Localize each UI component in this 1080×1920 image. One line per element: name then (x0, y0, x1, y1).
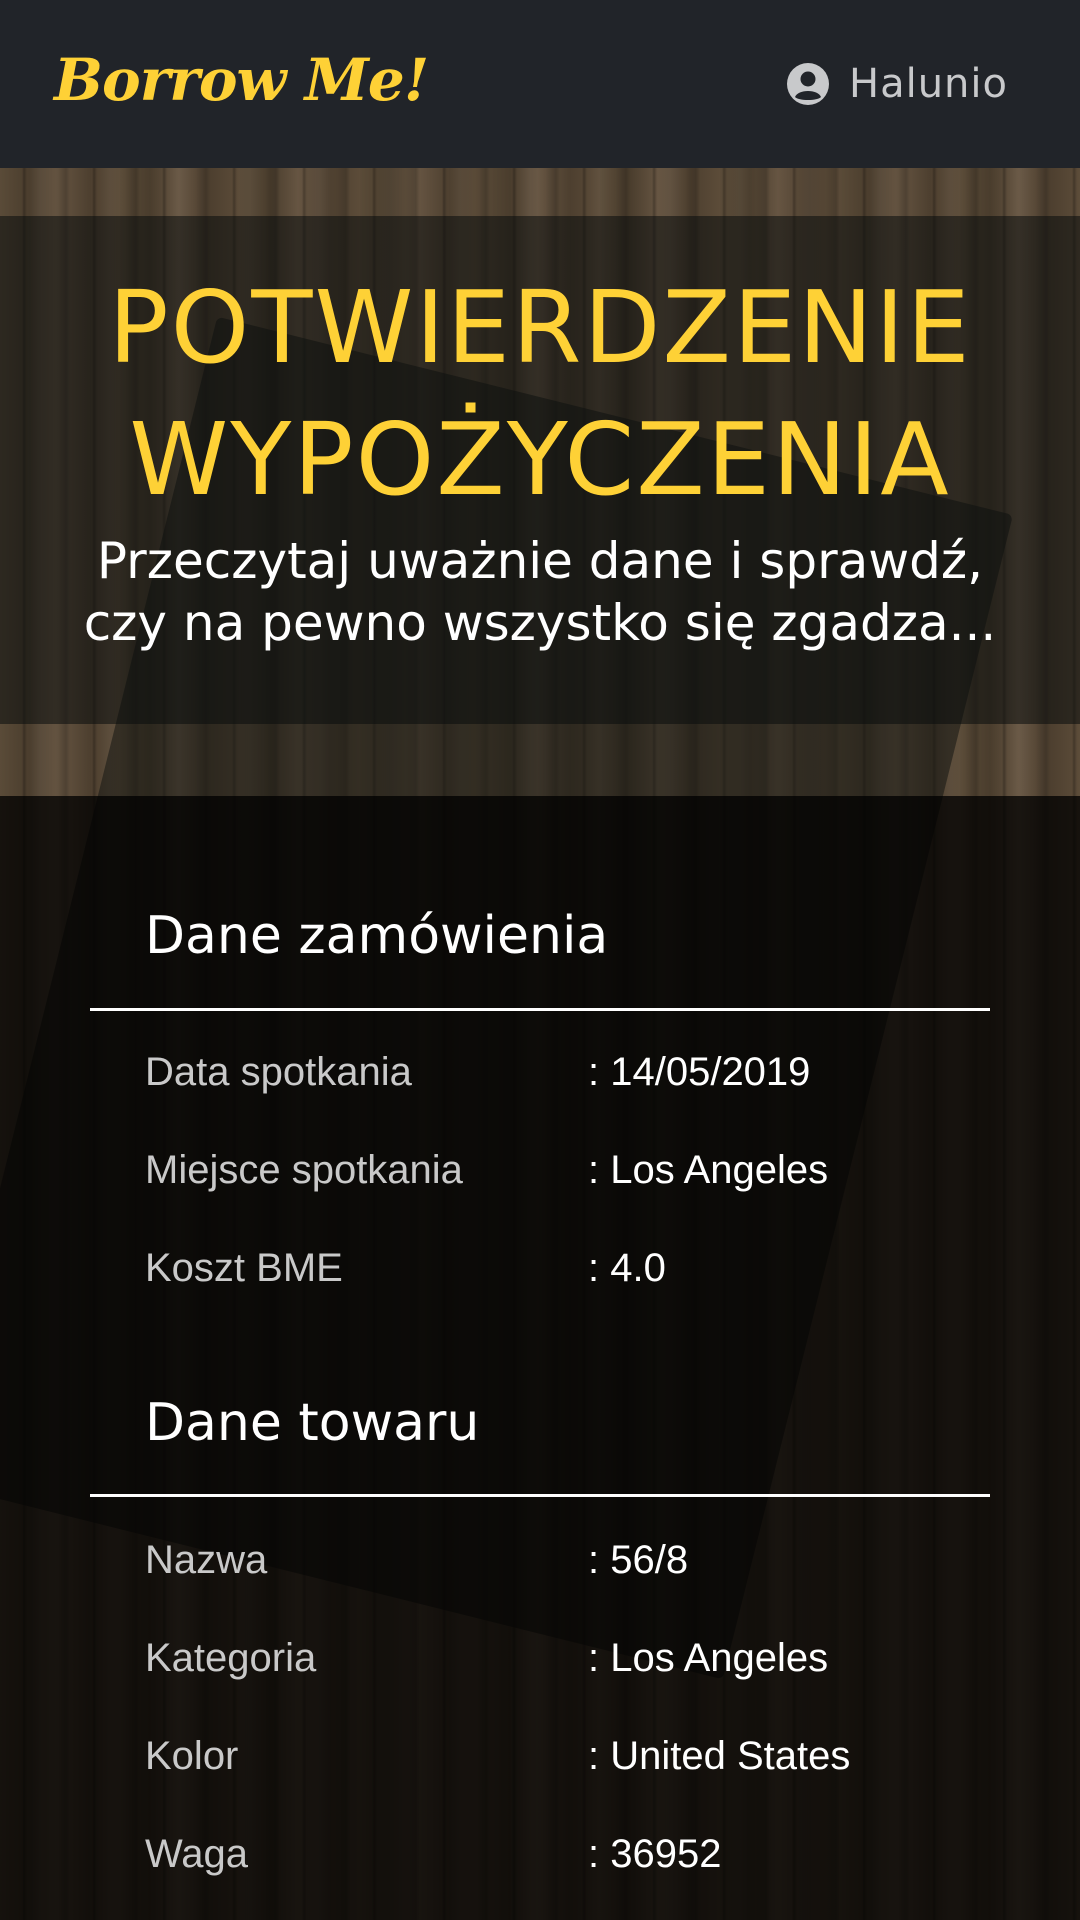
order-section-divider (90, 1008, 990, 1011)
details-panel: Dane zamówienia Data spotkania : 14/05/2… (0, 796, 1080, 1920)
page-subtitle-line-2: czy na pewno wszystko się zgadza... (83, 594, 997, 652)
item-row-label: Kategoria (145, 1636, 317, 1680)
order-row-label: Miejsce spotkania (145, 1148, 463, 1192)
item-row-value: : 36952 (588, 1832, 722, 1876)
user-circle-icon (787, 63, 829, 105)
order-row-value: : 4.0 (588, 1246, 666, 1290)
item-row-label: Waga (145, 1832, 249, 1876)
item-row-value: : United States (588, 1734, 851, 1778)
item-section-title: Dane towaru (145, 1393, 480, 1453)
item-section-divider (90, 1494, 990, 1497)
brand-logo[interactable]: Borrow Me! (54, 46, 429, 114)
page-subtitle-line-1: Przeczytaj uważnie dane i sprawdź, (96, 532, 984, 590)
user-menu[interactable]: Halunio (787, 58, 1008, 110)
order-row-value: : Los Angeles (588, 1148, 829, 1192)
order-row-value: : 14/05/2019 (588, 1050, 811, 1094)
item-row-label: Kolor (145, 1734, 239, 1778)
order-row-label: Koszt BME (145, 1246, 343, 1290)
page-subtitle: Przeczytaj uważnie dane i sprawdź, czy n… (0, 530, 1080, 654)
page-title: POTWIERDZENIE WYPOŻYCZENIA (0, 262, 1080, 526)
order-row-label: Data spotkania (145, 1050, 412, 1094)
navbar: Borrow Me! Halunio (0, 0, 1080, 168)
page-title-line-2: WYPOŻYCZENIA (129, 401, 951, 518)
item-row-label: Nazwa (145, 1538, 268, 1582)
item-row-value: : 56/8 (588, 1538, 689, 1582)
page-title-line-1: POTWIERDZENIE (108, 269, 972, 386)
item-row-value: : Los Angeles (588, 1636, 829, 1680)
order-section-title: Dane zamówienia (145, 906, 609, 966)
user-name: Halunio (849, 61, 1008, 107)
